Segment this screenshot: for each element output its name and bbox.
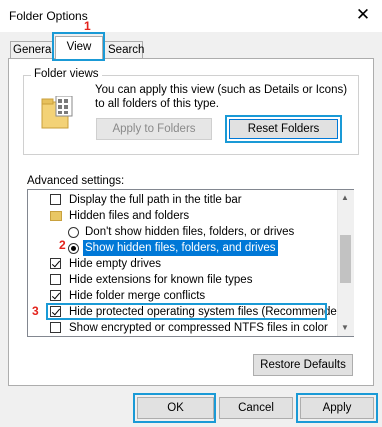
list-item-label: Show encrypted or compressed NTFS files … [69,322,328,334]
list-item-label: Hide folder merge conflicts [69,290,206,302]
checkbox-hide-merge-conflicts[interactable] [50,290,61,301]
scroll-up-arrow-icon[interactable]: ▲ [340,193,350,202]
checkbox-show-encrypted-color[interactable] [50,322,61,333]
apply-button[interactable]: Apply [300,397,374,419]
scroll-down-arrow-icon[interactable]: ▼ [340,323,350,332]
list-item-label-selected: Show hidden files, folders, and drives [83,240,278,256]
folder-view-icon [41,96,73,129]
ok-button[interactable]: OK [137,397,214,419]
annotation-number-1: 1 [84,19,91,33]
list-item-label: Hide empty drives [69,258,162,270]
folder-views-description: You can apply this view (such as Details… [95,84,348,110]
scrollbar-thumb[interactable] [340,235,351,283]
checkbox-hide-empty-drives[interactable] [50,258,61,269]
list-item-label: Display the full path in the title bar [69,194,242,206]
tab-search[interactable]: Search [104,41,144,58]
radio-show-hidden[interactable] [68,243,79,254]
highlight-hide-protected [46,303,327,320]
folder-icon [50,211,62,221]
checkbox-full-path[interactable] [50,194,61,205]
list-item-label: Hide extensions for known file types [69,274,253,286]
annotation-number-3: 3 [32,304,39,318]
list-item-label: Hidden files and folders [69,210,190,222]
reset-folders-button[interactable]: Reset Folders [229,119,338,139]
cancel-button[interactable]: Cancel [219,397,293,419]
checkbox-hide-extensions[interactable] [50,274,61,285]
annotation-number-2: 2 [59,238,66,252]
restore-defaults-button[interactable]: Restore Defaults [253,354,353,376]
close-icon[interactable]: ✕ [354,6,372,24]
advanced-settings-label: Advanced settings: [27,175,125,187]
highlight-view-tab [52,32,105,61]
radio-dont-show-hidden[interactable] [68,227,79,238]
list-item-label: Don't show hidden files, folders, or dri… [85,226,295,238]
window-title: Folder Options [9,9,88,23]
folder-views-label: Folder views [31,68,102,80]
apply-to-folders-button[interactable]: Apply to Folders [96,118,212,140]
tab-general[interactable]: General [10,41,53,58]
